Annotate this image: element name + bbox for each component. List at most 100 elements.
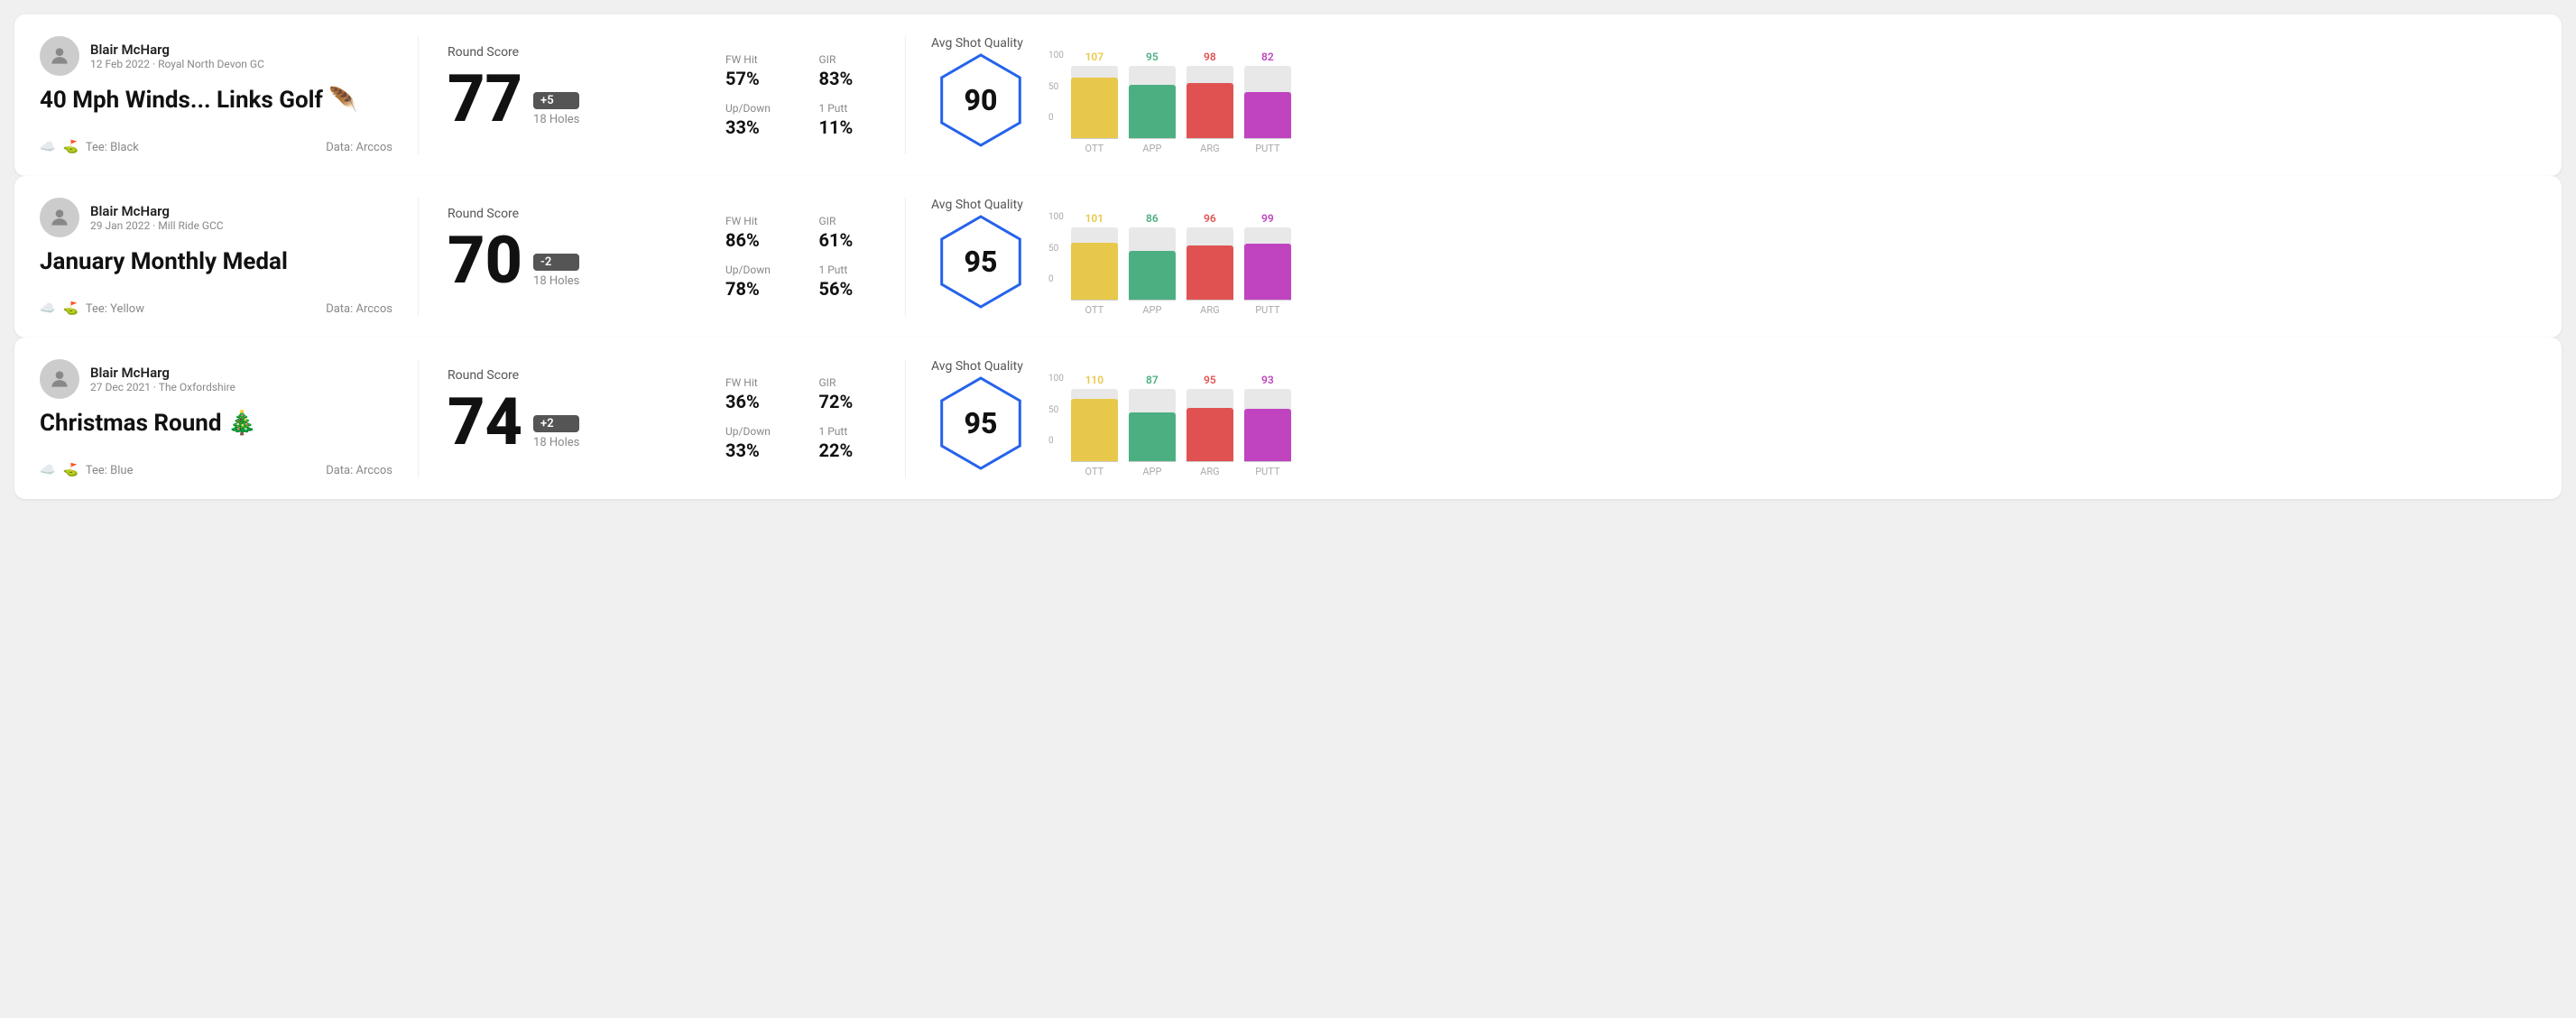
- bar-label: PUTT: [1255, 143, 1279, 154]
- bar-column: 95 ARG: [1186, 374, 1233, 477]
- updown-label: Up/Down: [725, 102, 794, 115]
- bar-axis: [1244, 461, 1291, 462]
- round-title: Christmas Round 🎄: [40, 410, 392, 437]
- score-row: 70 -2 18 Holes: [448, 228, 679, 293]
- stats-section: FW Hit 57% GIR 83% Up/Down 33% 1 Putt 11…: [707, 36, 906, 154]
- bar-column: 86 APP: [1129, 212, 1176, 316]
- quality-inner: Avg Shot Quality 95 100 50 0 101: [931, 198, 2536, 316]
- round-title: 40 Mph Winds... Links Golf 🪶: [40, 87, 392, 114]
- bar-axis: [1186, 300, 1233, 301]
- user-info: Blair McHarg 29 Jan 2022 · Mill Ride GCC: [90, 203, 224, 232]
- bar-chart: 100 50 0 101 OTT 86 APP: [1048, 212, 1291, 316]
- user-icon: [48, 367, 71, 391]
- user-icon: [48, 44, 71, 68]
- stats-grid: FW Hit 36% GIR 72% Up/Down 33% 1 Putt 22…: [725, 376, 887, 461]
- user-icon: [48, 206, 71, 229]
- bar-label: OTT: [1085, 466, 1104, 477]
- fw-hit-value: 86%: [725, 229, 794, 251]
- y-axis: 100 50 0: [1048, 51, 1064, 123]
- gir-value: 61%: [819, 229, 888, 251]
- bar-column: 87 APP: [1129, 374, 1176, 477]
- holes-text: 18 Holes: [533, 436, 579, 449]
- quality-label: Avg Shot Quality: [931, 359, 1023, 374]
- y-axis: 100 50 0: [1048, 374, 1064, 446]
- gir-stat: GIR 72%: [819, 376, 888, 412]
- bar-value: 101: [1085, 212, 1104, 225]
- bar-column: 82 PUTT: [1244, 51, 1291, 154]
- score-badge: -2: [533, 254, 579, 271]
- bar-column: 98 ARG: [1186, 51, 1233, 154]
- bar-value: 86: [1146, 212, 1159, 225]
- tee-info: ☁️ ⛳ Tee: Blue: [40, 463, 133, 477]
- bar-wrapper: [1071, 66, 1118, 138]
- bar-label: ARG: [1200, 143, 1219, 154]
- bar-label: ARG: [1200, 466, 1219, 477]
- updown-value: 33%: [725, 116, 794, 138]
- data-source: Data: Arccos: [326, 464, 392, 477]
- user-name: Blair McHarg: [90, 203, 224, 219]
- oneputt-label: 1 Putt: [819, 102, 888, 115]
- bar-axis: [1071, 461, 1118, 462]
- tee-info: ☁️ ⛳ Tee: Yellow: [40, 301, 144, 316]
- user-info: Blair McHarg 27 Dec 2021 · The Oxfordshi…: [90, 365, 235, 393]
- stats-grid: FW Hit 57% GIR 83% Up/Down 33% 1 Putt 11…: [725, 53, 887, 138]
- bar-wrapper: [1244, 389, 1291, 461]
- weather-icon: ☁️: [40, 463, 55, 477]
- bar-chart: 100 50 0 110 OTT 87 APP: [1048, 374, 1291, 477]
- user-meta: 27 Dec 2021 · The Oxfordshire: [90, 381, 235, 393]
- fw-hit-label: FW Hit: [725, 53, 794, 66]
- bar-value: 95: [1146, 51, 1159, 63]
- score-badge-column: -2 18 Holes: [533, 254, 579, 293]
- bar-fill: [1186, 83, 1233, 138]
- bar-label: PUTT: [1255, 304, 1279, 316]
- round-score-section: Round Score 74 +2 18 Holes: [419, 359, 707, 477]
- bar-value: 96: [1204, 212, 1216, 225]
- bar-value: 93: [1261, 374, 1274, 386]
- golf-icon: ⛳: [62, 301, 78, 316]
- user-row: Blair McHarg 29 Jan 2022 · Mill Ride GCC: [40, 198, 392, 237]
- quality-inner: Avg Shot Quality 90 100 50 0 107: [931, 36, 2536, 154]
- quality-label: Avg Shot Quality: [931, 198, 1023, 212]
- stats-section: FW Hit 86% GIR 61% Up/Down 78% 1 Putt 56…: [707, 198, 906, 316]
- user-name: Blair McHarg: [90, 365, 235, 381]
- quality-top: 95 100 50 0 110 OTT 87: [931, 374, 2536, 477]
- bar-axis: [1244, 300, 1291, 301]
- bar-fill: [1129, 412, 1176, 461]
- round-score-label: Round Score: [448, 207, 679, 221]
- bar-axis: [1071, 300, 1118, 301]
- bar-axis: [1071, 138, 1118, 139]
- updown-label: Up/Down: [725, 264, 794, 276]
- bar-axis: [1129, 461, 1176, 462]
- hexagon-container: 95: [931, 212, 1030, 311]
- bar-column: 95 APP: [1129, 51, 1176, 154]
- bar-fill: [1186, 245, 1233, 300]
- bar-value: 82: [1261, 51, 1274, 63]
- round-card: Blair McHarg 27 Dec 2021 · The Oxfordshi…: [14, 338, 2562, 499]
- card-left: Blair McHarg 12 Feb 2022 · Royal North D…: [40, 36, 419, 154]
- user-row: Blair McHarg 12 Feb 2022 · Royal North D…: [40, 36, 392, 76]
- oneputt-label: 1 Putt: [819, 264, 888, 276]
- bar-value: 107: [1085, 51, 1104, 63]
- card-footer: ☁️ ⛳ Tee: Black Data: Arccos: [40, 140, 392, 154]
- golf-icon: ⛳: [62, 463, 78, 477]
- gir-label: GIR: [819, 53, 888, 66]
- bar-wrapper: [1129, 66, 1176, 138]
- score-badge: +2: [533, 415, 579, 432]
- weather-icon: ☁️: [40, 301, 55, 316]
- gir-label: GIR: [819, 215, 888, 227]
- user-name: Blair McHarg: [90, 42, 264, 58]
- updown-stat: Up/Down 33%: [725, 102, 794, 138]
- gir-stat: GIR 61%: [819, 215, 888, 251]
- gir-value: 83%: [819, 68, 888, 89]
- quality-score: 90: [965, 83, 998, 117]
- bar-column: 110 OTT: [1071, 374, 1118, 477]
- data-source: Data: Arccos: [326, 302, 392, 316]
- quality-score: 95: [965, 406, 998, 440]
- score-badge-column: +2 18 Holes: [533, 415, 579, 455]
- score-badge-column: +5 18 Holes: [533, 92, 579, 132]
- bar-column: 96 ARG: [1186, 212, 1233, 316]
- tee-label: Tee: Black: [86, 141, 139, 154]
- card-left: Blair McHarg 29 Jan 2022 · Mill Ride GCC…: [40, 198, 419, 316]
- score-row: 77 +5 18 Holes: [448, 67, 679, 132]
- bar-label: APP: [1142, 304, 1161, 316]
